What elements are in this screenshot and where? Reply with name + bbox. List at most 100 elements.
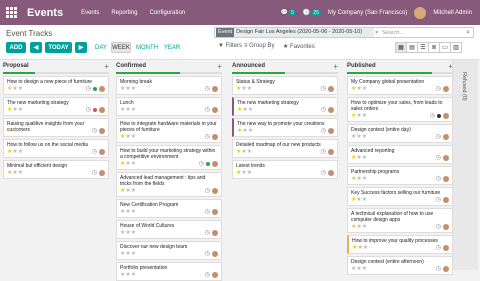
activity-clock-icon[interactable]: ◷: [92, 148, 97, 155]
assignee-avatar[interactable]: [212, 160, 218, 167]
star-icon[interactable]: ★: [362, 176, 367, 182]
user-avatar[interactable]: [414, 6, 427, 19]
star-icon[interactable]: ★: [131, 251, 136, 257]
star-icon[interactable]: ★: [247, 86, 252, 92]
kanban-card[interactable]: Design contest (entire day) ★★★ ◷: [347, 124, 453, 143]
kanban-card[interactable]: Raising qualitive insights from your cus…: [3, 118, 109, 137]
priority-stars[interactable]: ★★★: [351, 196, 367, 203]
company-switcher[interactable]: My Company (San Francisco): [328, 10, 407, 16]
priority-stars[interactable]: ★★★: [7, 106, 23, 113]
kanban-card[interactable]: Discover our new design team ★★★ ◷: [116, 241, 222, 260]
folded-column-refused[interactable]: Refused (0): [452, 60, 478, 270]
activity-clock-icon[interactable]: ◷: [436, 223, 441, 230]
activity-clock-icon[interactable]: ◷: [205, 271, 210, 278]
activity-clock-icon[interactable]: ◷: [436, 133, 441, 140]
kanban-card[interactable]: Morning break ★★★ ◷: [116, 76, 222, 95]
priority-stars[interactable]: ★★★: [7, 148, 23, 155]
kanban-card[interactable]: A technical explanation of how to use co…: [347, 208, 453, 233]
prev-button[interactable]: ◀: [30, 42, 42, 53]
assignee-avatar[interactable]: [328, 127, 334, 134]
assignee-avatar[interactable]: [443, 85, 449, 92]
activity-clock-icon[interactable]: ◷: [436, 265, 441, 272]
star-icon[interactable]: ★: [362, 224, 367, 230]
activity-clock-icon[interactable]: ◷: [205, 229, 210, 236]
assignee-avatar[interactable]: [99, 85, 105, 92]
today-button[interactable]: TODAY: [45, 42, 72, 53]
priority-stars[interactable]: ★★★: [120, 229, 136, 236]
kanban-card[interactable]: Status & Strategy ★★★ ◷: [232, 76, 338, 95]
kanban-state-dot[interactable]: [93, 107, 97, 112]
activity-clock-icon[interactable]: ◷: [92, 169, 97, 176]
create-button[interactable]: ADD: [6, 42, 26, 53]
activity-clock-icon[interactable]: ◷: [436, 244, 441, 251]
activity-clock-icon[interactable]: ◷: [86, 85, 91, 92]
assignee-avatar[interactable]: [328, 148, 334, 155]
kanban-card[interactable]: The new marketing strategy ★★★ ◷: [3, 97, 109, 116]
kanban-card[interactable]: How to follow us on the social media ★★★ ◷: [3, 139, 109, 158]
star-icon[interactable]: ★: [131, 161, 136, 167]
star-icon[interactable]: ★: [362, 197, 367, 203]
star-icon[interactable]: ★: [362, 266, 367, 272]
column-progress-bar[interactable]: [232, 72, 338, 74]
priority-stars[interactable]: ★★★: [236, 169, 252, 176]
priority-stars[interactable]: ★★★: [237, 106, 253, 113]
star-icon[interactable]: ★: [131, 272, 136, 278]
activity-clock-icon[interactable]: ◷: [436, 85, 441, 92]
assignee-avatar[interactable]: [99, 106, 105, 113]
column-header[interactable]: Confirmed +: [113, 60, 225, 72]
star-icon[interactable]: ★: [247, 149, 252, 155]
kanban-card[interactable]: New Certification Program ★★★ ◷: [116, 199, 222, 218]
kanban-card[interactable]: How to improve your quality processes ★★★…: [347, 235, 453, 254]
assignee-avatar[interactable]: [443, 154, 449, 161]
kanban-card[interactable]: Design contest (entire afternoon) ★★★ ◷: [347, 256, 453, 275]
assignee-avatar[interactable]: [443, 223, 449, 230]
priority-stars[interactable]: ★★★: [120, 208, 136, 215]
activity-clock-icon[interactable]: ◷: [205, 187, 210, 194]
kanban-card[interactable]: How to design a new piece of furniture ★★…: [3, 76, 109, 95]
scale-month[interactable]: MONTH: [134, 42, 160, 53]
activity-clock-icon[interactable]: ◷: [321, 85, 326, 92]
graph-view-icon[interactable]: ▥: [450, 42, 462, 53]
quick-create-icon[interactable]: +: [333, 62, 338, 71]
column-header[interactable]: Announced +: [229, 60, 341, 72]
priority-stars[interactable]: ★★★: [237, 127, 253, 134]
priority-stars[interactable]: ★★★: [236, 85, 252, 92]
assignee-avatar[interactable]: [99, 169, 105, 176]
activity-clock-icon[interactable]: ◷: [430, 112, 435, 119]
activity-clock-icon[interactable]: ◷: [205, 133, 210, 140]
kanban-card[interactable]: Latest trends ★★★ ◷: [232, 160, 338, 179]
star-icon[interactable]: ★: [131, 209, 136, 215]
assignee-avatar[interactable]: [212, 106, 218, 113]
scale-day[interactable]: DAY: [93, 42, 109, 53]
search-bar[interactable]: Event Design Fair Los Angeles (2020-05-0…: [214, 27, 474, 38]
priority-stars[interactable]: ★★★: [351, 175, 367, 182]
star-icon[interactable]: ★: [362, 113, 367, 119]
priority-stars[interactable]: ★★★: [351, 265, 367, 272]
kanban-card[interactable]: My Company global presentation ★★★ ◷: [347, 76, 453, 95]
kanban-state-dot[interactable]: [93, 86, 97, 91]
priority-stars[interactable]: ★★★: [352, 244, 368, 251]
menu-configuration[interactable]: Configuration: [149, 10, 185, 16]
priority-stars[interactable]: ★★★: [120, 160, 136, 167]
kanban-card[interactable]: House of World Cultures ★★★ ◷: [116, 220, 222, 239]
star-icon[interactable]: ★: [131, 134, 136, 140]
star-icon[interactable]: ★: [18, 128, 23, 134]
kanban-card[interactable]: Portfolio presentation ★★★ ◷: [116, 262, 222, 281]
priority-stars[interactable]: ★★★: [7, 169, 23, 176]
star-icon[interactable]: ★: [18, 107, 23, 113]
filters-menu[interactable]: ▼ Filters: [218, 43, 242, 49]
star-icon[interactable]: ★: [18, 86, 23, 92]
scale-year[interactable]: YEAR: [162, 42, 182, 53]
activity-clock-icon[interactable]: ◷: [205, 250, 210, 257]
assignee-avatar[interactable]: [328, 85, 334, 92]
star-icon[interactable]: ★: [247, 170, 252, 176]
activity-clock-icon[interactable]: ◷: [436, 154, 441, 161]
column-progress-bar[interactable]: [3, 72, 109, 74]
star-icon[interactable]: ★: [131, 188, 136, 194]
quick-create-icon[interactable]: +: [217, 62, 222, 71]
activity-clock-icon[interactable]: ◷: [205, 85, 210, 92]
priority-stars[interactable]: ★★★: [120, 271, 136, 278]
scale-week[interactable]: WEEK: [111, 42, 131, 53]
apps-menu-icon[interactable]: [6, 7, 17, 18]
activity-clock-icon[interactable]: ◷: [199, 160, 204, 167]
